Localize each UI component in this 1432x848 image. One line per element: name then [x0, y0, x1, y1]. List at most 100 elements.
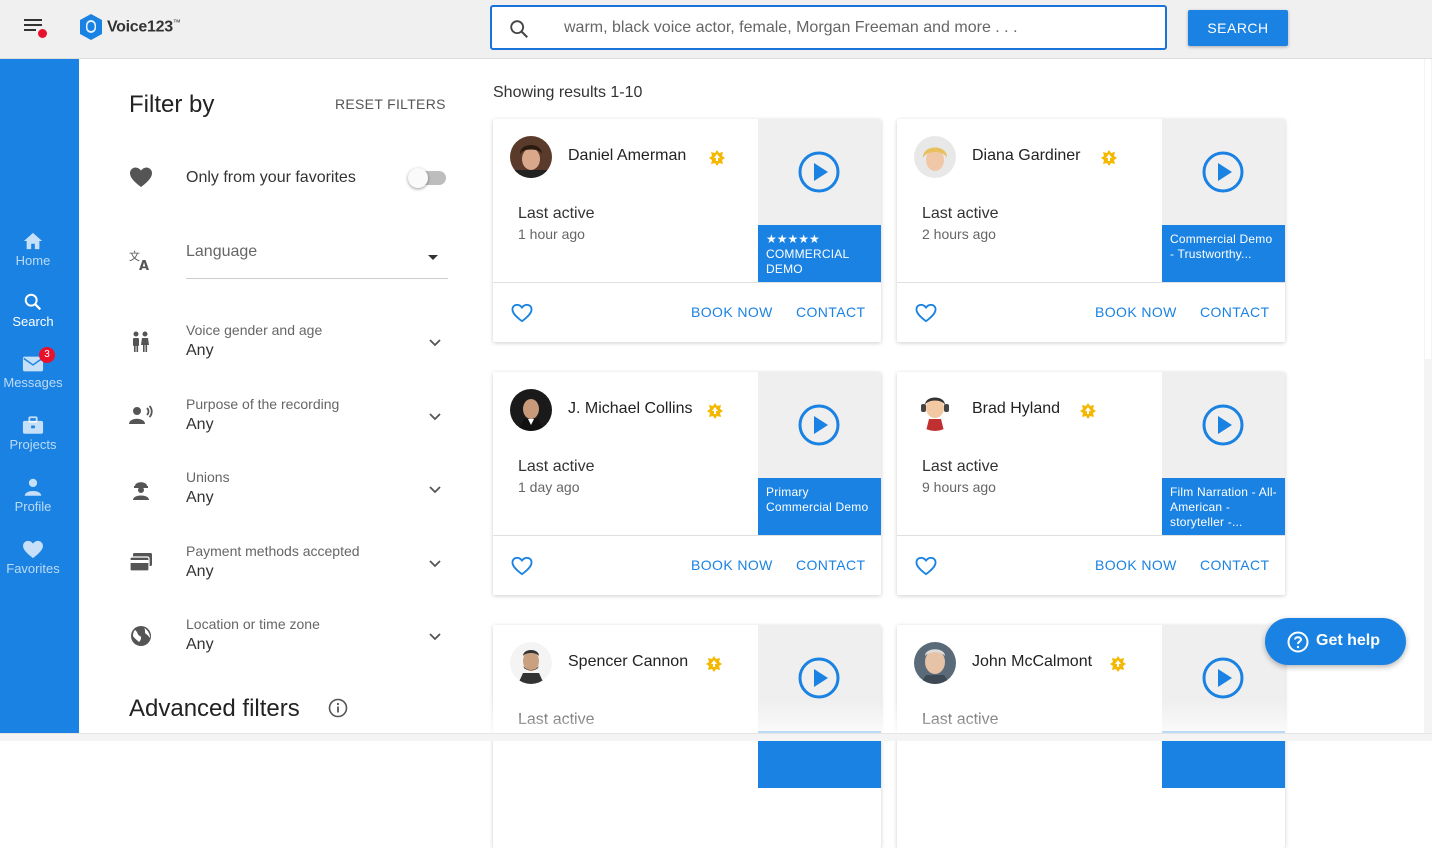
last-active-label: Last active	[518, 205, 595, 222]
avatar[interactable]	[510, 389, 552, 431]
nav-search[interactable]: Search	[0, 292, 66, 329]
contact-button[interactable]: CONTACT	[1200, 304, 1269, 320]
side-navigation: Home Search 3 Messages Projects Profile …	[0, 59, 79, 741]
person-icon	[24, 478, 42, 496]
help-icon	[1287, 631, 1309, 653]
actor-name[interactable]: John McCalmont	[972, 653, 1092, 671]
voice-actor-card: Diana Gardiner Last active 2 hours ago C…	[897, 119, 1285, 342]
rating-stars: ★★★★★	[766, 232, 820, 246]
contact-button[interactable]: CONTACT	[796, 304, 865, 320]
nav-profile[interactable]: Profile	[0, 478, 66, 514]
last-active-value: 1 day ago	[518, 479, 580, 495]
heart-outline-icon[interactable]	[511, 556, 533, 576]
nav-search-label: Search	[12, 314, 54, 329]
nav-home[interactable]: Home	[0, 231, 66, 268]
demo-title[interactable]: Commercial Demo - Trustworthy...	[1162, 225, 1285, 282]
actor-name[interactable]: Brad Hyland	[972, 400, 1060, 418]
actor-name[interactable]: Spencer Cannon	[568, 653, 688, 671]
last-active-label: Last active	[922, 205, 999, 222]
actor-name[interactable]: Daniel Amerman	[568, 147, 686, 165]
home-icon	[23, 232, 43, 250]
book-now-button[interactable]: BOOK NOW	[1095, 557, 1177, 573]
dropdown-caret-icon	[428, 255, 438, 260]
play-icon[interactable]	[798, 657, 840, 699]
filter-title: Filter by	[129, 91, 215, 118]
avatar[interactable]	[510, 642, 552, 684]
logo[interactable]: Voice123™	[78, 12, 181, 42]
last-active-value: 1 hour ago	[518, 226, 585, 242]
contact-button[interactable]: CONTACT	[1200, 557, 1269, 573]
chevron-down-icon	[429, 339, 441, 347]
language-placeholder: Language	[186, 243, 258, 260]
filter-value: Any	[186, 563, 214, 580]
reset-filters-button[interactable]: RESET FILTERS	[335, 96, 446, 112]
heart-outline-icon[interactable]	[915, 303, 937, 323]
heart-outline-icon[interactable]	[511, 303, 533, 323]
favorites-toggle[interactable]	[408, 168, 446, 188]
filter-label: Voice gender and age	[186, 322, 323, 338]
menu-icon[interactable]	[24, 19, 47, 38]
demo-player: ★★★★★ COMMERCIAL DEMO	[758, 119, 881, 282]
worker-icon	[133, 482, 149, 500]
chevron-down-icon	[429, 633, 441, 641]
play-icon[interactable]	[1202, 657, 1244, 699]
card-actions: BOOK NOW CONTACT	[493, 535, 881, 595]
filter-payment-methods[interactable]: Payment methods accepted Any	[186, 543, 448, 581]
chevron-down-icon	[429, 486, 441, 494]
toggle-knob	[408, 168, 428, 188]
book-now-button[interactable]: BOOK NOW	[691, 304, 773, 320]
pro-badge-icon	[1080, 403, 1096, 419]
scrollbar-thumb[interactable]	[1425, 59, 1431, 359]
book-now-button[interactable]: BOOK NOW	[691, 557, 773, 573]
contact-button[interactable]: CONTACT	[796, 557, 865, 573]
heart-outline-icon[interactable]	[915, 556, 937, 576]
demo-title[interactable]: Primary Commercial Demo	[758, 478, 881, 535]
get-help-label: Get help	[1316, 632, 1381, 649]
briefcase-icon	[22, 416, 44, 434]
filter-label: Payment methods accepted	[186, 543, 360, 559]
nav-messages-label: Messages	[3, 375, 63, 390]
search-icon	[24, 293, 42, 311]
filter-purpose[interactable]: Purpose of the recording Any	[186, 396, 448, 434]
avatar[interactable]	[914, 136, 956, 178]
demo-title[interactable]: ★★★★★ COMMERCIAL DEMO	[758, 225, 881, 282]
actor-name[interactable]: J. Michael Collins	[568, 400, 692, 418]
info-icon[interactable]	[328, 698, 348, 718]
last-active-label: Last active	[518, 458, 595, 475]
avatar[interactable]	[914, 642, 956, 684]
play-icon[interactable]	[798, 151, 840, 193]
language-select[interactable]: Language	[186, 243, 448, 279]
svg-text:A: A	[139, 259, 149, 272]
pro-badge-icon	[709, 150, 725, 166]
demo-player: Primary Commercial Demo	[758, 372, 881, 535]
avatar[interactable]	[914, 389, 956, 431]
filter-voice-gender-age[interactable]: Voice gender and age Any	[186, 322, 448, 360]
search-field[interactable]	[490, 5, 1167, 50]
messages-badge: 3	[39, 347, 55, 363]
demo-name: COMMERCIAL DEMO	[766, 247, 849, 276]
nav-favorites[interactable]: Favorites	[0, 540, 66, 576]
logo-icon	[80, 14, 102, 40]
scrollbar[interactable]	[1424, 59, 1432, 741]
search-input[interactable]	[564, 15, 1144, 41]
get-help-button[interactable]: Get help	[1265, 618, 1406, 665]
top-bar: Voice123™ SEARCH	[0, 0, 1432, 59]
filter-location[interactable]: Location or time zone Any	[186, 616, 448, 654]
logo-text: Voice123™	[107, 17, 181, 36]
book-now-button[interactable]: BOOK NOW	[1095, 304, 1177, 320]
actor-name[interactable]: Diana Gardiner	[972, 147, 1081, 165]
last-active-value: 9 hours ago	[922, 479, 996, 495]
globe-icon	[131, 626, 151, 646]
filter-value: Any	[186, 416, 214, 433]
play-icon[interactable]	[798, 404, 840, 446]
nav-projects[interactable]: Projects	[0, 416, 66, 452]
nav-profile-label: Profile	[14, 499, 52, 514]
nav-messages[interactable]: 3 Messages	[0, 347, 66, 390]
play-icon[interactable]	[1202, 151, 1244, 193]
demo-name: Primary Commercial Demo	[766, 485, 869, 514]
demo-title[interactable]: Film Narration - All-American - storytel…	[1162, 478, 1285, 535]
filter-unions[interactable]: Unions Any	[186, 469, 448, 507]
avatar[interactable]	[510, 136, 552, 178]
search-button[interactable]: SEARCH	[1188, 10, 1288, 46]
play-icon[interactable]	[1202, 404, 1244, 446]
